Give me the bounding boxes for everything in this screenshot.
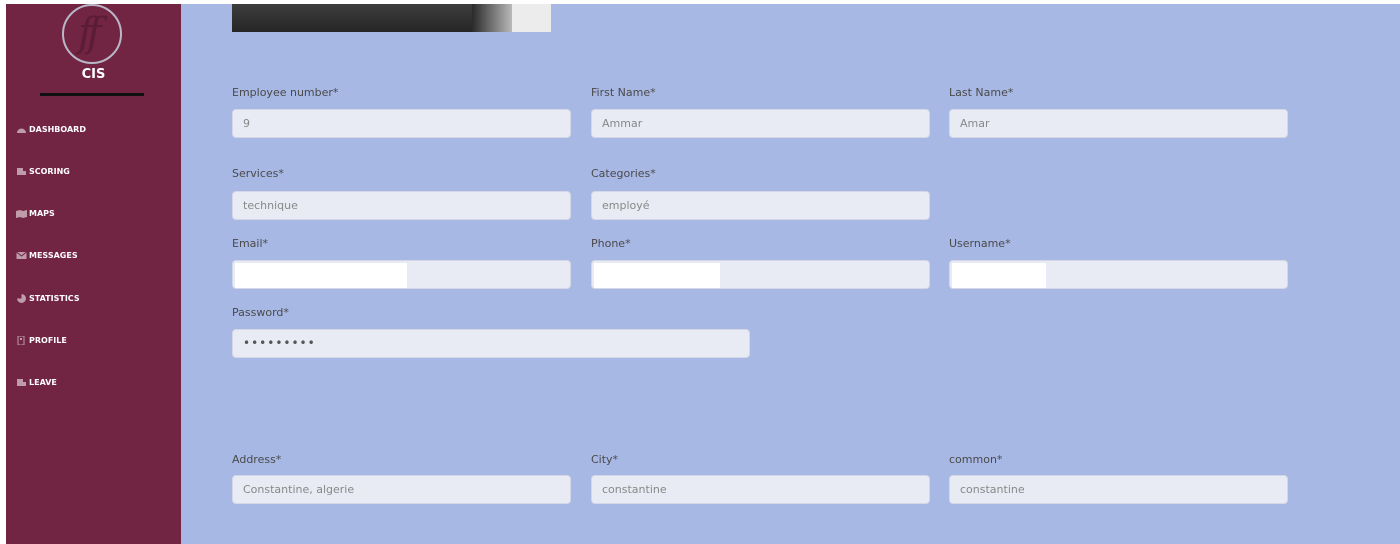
phone-label: Phone* bbox=[591, 237, 631, 250]
username-field[interactable] bbox=[949, 260, 1288, 289]
profile-photo bbox=[232, 4, 551, 32]
username-label: Username* bbox=[949, 237, 1011, 250]
sidebar-item-profile[interactable]: PROFILE bbox=[16, 332, 67, 348]
chart-icon bbox=[16, 293, 27, 303]
password-label: Password* bbox=[232, 306, 289, 319]
common-label: common* bbox=[949, 453, 1003, 466]
first-name-label: First Name* bbox=[591, 86, 656, 99]
photo-shoulder bbox=[472, 4, 512, 32]
email-label: Email* bbox=[232, 237, 269, 250]
brand-divider bbox=[40, 93, 144, 96]
sidebar-item-label: SCORING bbox=[29, 166, 70, 176]
main-content: Employee number* 9 First Name* Ammar Las… bbox=[181, 4, 1400, 544]
phone-field[interactable] bbox=[591, 260, 930, 289]
common-field[interactable]: constantine bbox=[949, 475, 1288, 504]
leave-icon bbox=[16, 378, 27, 387]
sidebar-item-statistics[interactable]: STATISTICS bbox=[16, 290, 80, 306]
sidebar-item-label: DASHBOARD bbox=[29, 124, 86, 134]
services-field[interactable]: technique bbox=[232, 191, 571, 220]
profile-icon bbox=[16, 335, 27, 345]
last-name-label: Last Name* bbox=[949, 86, 1014, 99]
sidebar-item-scoring[interactable]: SCORING bbox=[16, 163, 70, 179]
email-value bbox=[235, 263, 407, 288]
phone-value bbox=[594, 263, 720, 288]
sidebar-item-label: PROFILE bbox=[29, 335, 67, 345]
envelope-icon bbox=[16, 251, 27, 260]
categories-field[interactable]: employé bbox=[591, 191, 930, 220]
map-icon bbox=[16, 209, 27, 218]
city-label: City* bbox=[591, 453, 619, 466]
scoring-icon bbox=[16, 167, 27, 176]
sidebar-item-dashboard[interactable]: DASHBOARD bbox=[16, 121, 86, 137]
services-label: Services* bbox=[232, 167, 284, 180]
last-name-field[interactable]: Amar bbox=[949, 109, 1288, 138]
categories-label: Categories* bbox=[591, 167, 656, 180]
sidebar-item-label: MAPS bbox=[29, 208, 55, 218]
sidebar-item-label: STATISTICS bbox=[29, 293, 80, 303]
sidebar-item-maps[interactable]: MAPS bbox=[16, 205, 55, 221]
brand-name: CIS bbox=[81, 67, 106, 82]
photo-shadow bbox=[232, 4, 498, 32]
employee-number-label: Employee number* bbox=[232, 86, 339, 99]
first-name-field[interactable]: Ammar bbox=[591, 109, 930, 138]
sidebar-item-label: MESSAGES bbox=[29, 250, 78, 260]
address-label: Address* bbox=[232, 453, 282, 466]
logo: ff bbox=[62, 4, 122, 64]
sidebar-item-leave[interactable]: LEAVE bbox=[16, 374, 57, 390]
sidebar-item-label: LEAVE bbox=[29, 377, 57, 387]
employee-number-field[interactable]: 9 bbox=[232, 109, 571, 138]
username-value bbox=[952, 263, 1046, 288]
logo-mark-icon: ff bbox=[78, 10, 101, 56]
password-field[interactable]: ••••••••• bbox=[232, 329, 750, 358]
city-field[interactable]: constantine bbox=[591, 475, 930, 504]
sidebar-item-messages[interactable]: MESSAGES bbox=[16, 247, 78, 263]
sidebar: ff CIS DASHBOARD SCORING MAPS MESSAGES S… bbox=[6, 4, 181, 544]
dashboard-icon bbox=[16, 125, 27, 134]
address-field[interactable]: Constantine, algerie bbox=[232, 475, 571, 504]
email-field[interactable] bbox=[232, 260, 571, 289]
